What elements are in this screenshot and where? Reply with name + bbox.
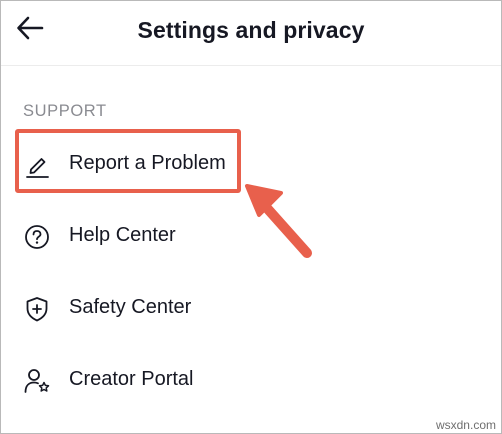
question-circle-icon bbox=[23, 223, 51, 251]
shield-plus-icon bbox=[23, 295, 51, 323]
pointer-arrow-icon bbox=[237, 173, 327, 273]
menu-item-label: Safety Center bbox=[69, 296, 192, 318]
watermark: wsxdn.com bbox=[435, 418, 496, 432]
settings-screen: Settings and privacy SUPPORT Report a Pr… bbox=[0, 0, 502, 434]
section-label-support: SUPPORT bbox=[23, 102, 107, 120]
header: Settings and privacy bbox=[1, 1, 501, 66]
highlight-box bbox=[15, 129, 241, 193]
page-title: Settings and privacy bbox=[137, 17, 365, 43]
menu-item-label: Help Center bbox=[69, 224, 176, 246]
menu-item-creator-portal[interactable]: Creator Portal bbox=[1, 353, 501, 409]
menu-item-label: Creator Portal bbox=[69, 368, 194, 390]
menu-item-safety-center[interactable]: Safety Center bbox=[1, 281, 501, 337]
person-star-icon bbox=[23, 367, 51, 395]
